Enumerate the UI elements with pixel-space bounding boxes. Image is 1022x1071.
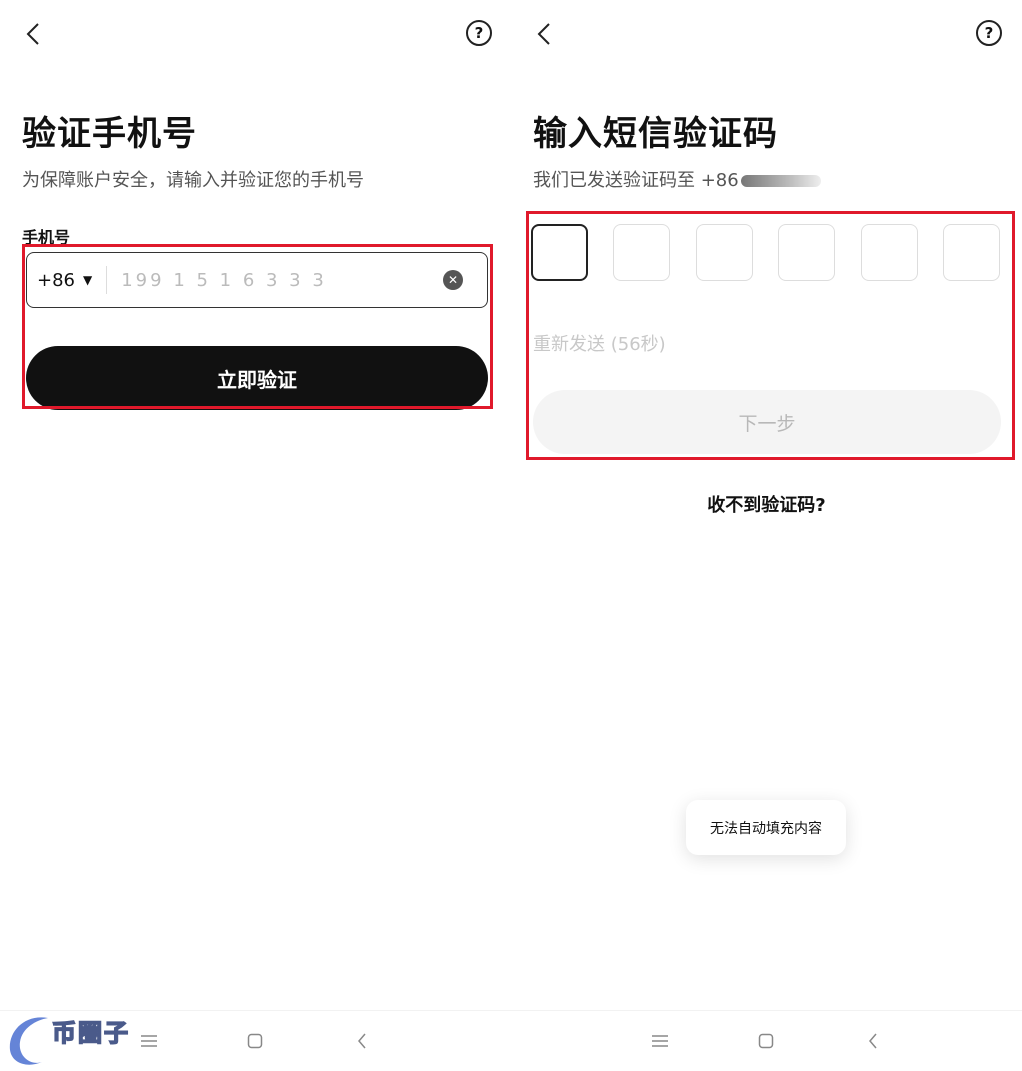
caret-down-icon: ▼ — [83, 273, 93, 287]
country-code-selector[interactable]: +86 ▼ — [27, 253, 92, 307]
code-cell-4[interactable] — [778, 224, 835, 281]
help-icon[interactable]: ? — [976, 20, 1002, 46]
code-input-row — [531, 224, 1001, 282]
page-title: 输入短信验证码 — [533, 114, 778, 154]
nav-home-icon[interactable] — [754, 1029, 778, 1053]
page-subtitle: 我们已发送验证码至 +86 — [533, 166, 821, 192]
code-cell-6[interactable] — [943, 224, 1000, 281]
phone-input[interactable] — [107, 253, 443, 307]
country-code-text: +86 — [37, 269, 75, 291]
sent-to-text: 我们已发送验证码至 +86 — [533, 170, 739, 191]
help-icon[interactable]: ? — [466, 20, 492, 46]
code-cell-5[interactable] — [861, 224, 918, 281]
verify-phone-screen: ? 验证手机号 为保障账户安全，请输入并验证您的手机号 手机号 +86 ▼ ✕ … — [0, 0, 511, 1071]
back-arrow-icon[interactable] — [531, 20, 557, 48]
code-cell-2[interactable] — [613, 224, 670, 281]
code-cell-3[interactable] — [696, 224, 753, 281]
nav-menu-icon[interactable] — [648, 1029, 672, 1053]
clear-icon[interactable]: ✕ — [443, 270, 463, 290]
nav-back-icon[interactable] — [861, 1029, 885, 1053]
next-step-button[interactable]: 下一步 — [533, 390, 1001, 454]
toast-message: 无法自动填充内容 — [686, 800, 846, 855]
code-cell-1[interactable] — [531, 224, 588, 281]
verify-button[interactable]: 立即验证 — [26, 346, 488, 410]
watermark-text: 币圈子 — [51, 1018, 130, 1048]
no-code-link[interactable]: 收不到验证码? — [511, 491, 1022, 517]
page-title: 验证手机号 — [22, 114, 197, 154]
system-nav-bar — [511, 1010, 1022, 1071]
sms-code-screen: ? 输入短信验证码 我们已发送验证码至 +86 重新发送 (56秒) 下一步 收… — [511, 0, 1022, 1071]
masked-number — [740, 175, 821, 187]
nav-back-icon[interactable] — [350, 1029, 374, 1053]
back-arrow-icon[interactable] — [20, 20, 46, 48]
nav-home-icon[interactable] — [243, 1029, 267, 1053]
resend-countdown: 重新发送 (56秒) — [533, 334, 666, 355]
phone-field: +86 ▼ ✕ — [26, 252, 488, 308]
phone-label: 手机号 — [22, 228, 71, 247]
page-subtitle: 为保障账户安全，请输入并验证您的手机号 — [22, 170, 364, 191]
